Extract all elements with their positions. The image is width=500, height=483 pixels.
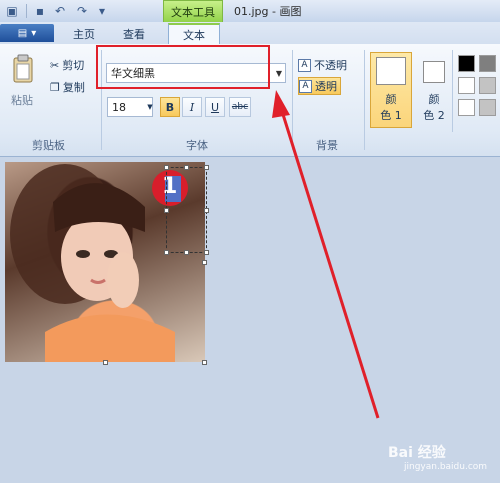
tab-text[interactable]: 文本 bbox=[168, 23, 220, 44]
undo-icon[interactable]: ↶ bbox=[52, 3, 68, 19]
context-tab-text-tools: 文本工具 bbox=[163, 0, 223, 22]
resize-handle[interactable] bbox=[184, 250, 189, 255]
paste-button[interactable] bbox=[12, 54, 34, 84]
cut-label: 剪切 bbox=[62, 59, 85, 72]
watermark-url: jingyan.baidu.com bbox=[404, 462, 488, 472]
transparent-option[interactable]: A 透明 bbox=[298, 77, 341, 95]
color2-swatch bbox=[423, 61, 445, 83]
resize-handle[interactable] bbox=[202, 260, 207, 265]
text-box-icon: A bbox=[299, 79, 312, 93]
tab-view[interactable]: 查看 bbox=[112, 24, 156, 44]
separator bbox=[26, 4, 27, 18]
resize-handle[interactable] bbox=[164, 165, 169, 170]
clipboard-group-label: 剪贴板 bbox=[32, 139, 65, 152]
palette-color-black[interactable] bbox=[458, 55, 475, 72]
background-group-label: 背景 bbox=[316, 139, 338, 152]
palette-color-white[interactable] bbox=[458, 77, 475, 94]
resize-handle[interactable] bbox=[202, 360, 207, 365]
save-icon[interactable]: ▪ bbox=[32, 3, 48, 19]
resize-handle[interactable] bbox=[164, 208, 169, 213]
resize-handle[interactable] bbox=[103, 360, 108, 365]
scissors-icon: ✂ bbox=[50, 58, 60, 72]
color2-label-top: 颜 bbox=[428, 93, 440, 106]
redo-icon[interactable]: ↷ bbox=[74, 3, 90, 19]
customize-quick-access-icon[interactable]: ▾ bbox=[94, 3, 110, 19]
color1-label-top: 颜 bbox=[385, 93, 397, 106]
text-box-icon: A bbox=[298, 58, 311, 72]
color1-label-bottom: 色 1 bbox=[380, 109, 402, 122]
separator bbox=[452, 50, 453, 132]
copy-label: 复制 bbox=[62, 81, 85, 94]
copy-button[interactable]: ❐ 复制 bbox=[50, 79, 85, 95]
opaque-label: 不透明 bbox=[314, 59, 347, 72]
transparent-label: 透明 bbox=[315, 80, 337, 93]
tab-home[interactable]: 主页 bbox=[62, 24, 106, 44]
chevron-down-icon: ▾ bbox=[31, 27, 37, 39]
palette-color-light-gray[interactable] bbox=[479, 99, 496, 116]
highlight-box bbox=[96, 45, 270, 89]
cut-button[interactable]: ✂ 剪切 bbox=[50, 57, 84, 73]
watermark-logo: Bai 经验 bbox=[388, 445, 446, 461]
resize-handle[interactable] bbox=[204, 208, 209, 213]
resize-handle[interactable] bbox=[164, 250, 169, 255]
chevron-down-icon[interactable]: ▼ bbox=[145, 97, 155, 117]
opaque-option[interactable]: A 不透明 bbox=[298, 56, 347, 74]
bold-button[interactable]: B bbox=[160, 97, 180, 117]
app-icon[interactable]: ▣ bbox=[4, 3, 20, 19]
chevron-down-icon[interactable]: ▼ bbox=[272, 63, 286, 83]
separator bbox=[292, 50, 293, 150]
color2-label-bottom: 色 2 bbox=[423, 109, 445, 122]
text-box-selection[interactable] bbox=[166, 167, 207, 253]
italic-button[interactable]: I bbox=[182, 97, 202, 117]
underline-button[interactable]: U bbox=[205, 97, 225, 117]
clipboard-icon bbox=[13, 54, 33, 83]
color1-swatch bbox=[376, 57, 406, 85]
copy-icon: ❐ bbox=[50, 80, 60, 94]
window-title: 01.jpg - 画图 bbox=[234, 5, 302, 18]
separator bbox=[364, 50, 365, 150]
palette-color-gray[interactable] bbox=[479, 55, 496, 72]
resize-handle[interactable] bbox=[204, 165, 209, 170]
font-group-label: 字体 bbox=[186, 139, 208, 152]
resize-handle[interactable] bbox=[184, 165, 189, 170]
palette-color-white[interactable] bbox=[458, 99, 475, 116]
paste-label: 粘贴 bbox=[11, 94, 33, 107]
resize-handle[interactable] bbox=[204, 250, 209, 255]
strikethrough-button[interactable]: abc bbox=[229, 97, 251, 117]
palette-color-light-gray[interactable] bbox=[479, 77, 496, 94]
paint-menu-button[interactable]: ▤ ▾ bbox=[0, 24, 54, 42]
menu-icon: ▤ bbox=[17, 27, 28, 39]
